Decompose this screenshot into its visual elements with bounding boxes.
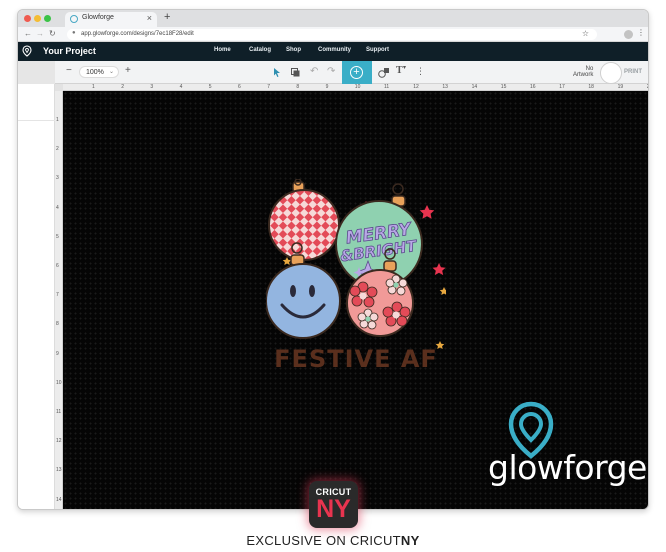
ruler-top-number: 19	[617, 84, 624, 90]
zoom-out-button[interactable]: −	[66, 65, 72, 76]
ruler-top-number: 17	[559, 84, 565, 90]
glowforge-logo-icon[interactable]	[22, 45, 32, 57]
ruler-left-number: 6	[56, 263, 59, 269]
toolbar-left-pad	[18, 61, 55, 84]
panel-divider	[18, 120, 55, 121]
ruler-left-number: 4	[56, 204, 59, 211]
plus-icon: +	[350, 66, 363, 79]
url-text: app.glowforge.com/designs/7ec18F28/edit	[81, 31, 194, 37]
design-toolbar: − 100% ⌄ + ↶ ↷ + T ▾ ⋮ No Artwork PRINT	[18, 61, 648, 84]
back-arrow-icon[interactable]: ←	[24, 29, 32, 38]
nav-shop[interactable]: Shop	[286, 47, 301, 53]
select-pointer-icon[interactable]	[273, 68, 281, 77]
browser-tab[interactable]: Glowforge ×	[65, 12, 157, 27]
festive-caption: FESTIVE AF	[274, 345, 438, 373]
cricut-ny-badge: CRICUT NY	[309, 481, 358, 528]
ruler-top-number: 5	[208, 84, 212, 90]
ruler-left-number: 11	[56, 409, 62, 415]
print-button[interactable]	[600, 62, 622, 84]
ruler-top-number: 12	[413, 84, 419, 90]
undo-icon[interactable]: ↶	[310, 66, 318, 77]
project-title[interactable]: Your Project	[43, 46, 96, 56]
bookmark-star-icon[interactable]: ☆	[582, 29, 589, 38]
url-input[interactable]: ● app.glowforge.com/designs/7ec18F28/edi…	[67, 29, 597, 40]
new-tab-button[interactable]: +	[164, 11, 170, 23]
ruler-corner	[55, 84, 63, 91]
browser-menu-icon[interactable]: ⋮	[637, 28, 645, 37]
exclusive-prefix: EXCLUSIVE ON CRICUT	[246, 533, 401, 548]
close-window-button[interactable]	[24, 15, 31, 22]
ruler-left-number: 1	[56, 117, 59, 123]
print-label: PRINT	[624, 69, 642, 75]
maximize-window-button[interactable]	[44, 15, 51, 22]
forward-arrow-icon[interactable]: →	[36, 29, 44, 38]
zoom-select[interactable]: 100% ⌄	[79, 66, 119, 78]
lock-icon: ●	[72, 30, 76, 36]
ruler-top-number: 11	[384, 84, 390, 90]
shapes-icon[interactable]	[378, 67, 390, 78]
ruler-top-number: 8	[296, 84, 300, 90]
ruler-top-number: 4	[179, 84, 183, 90]
close-tab-icon[interactable]: ×	[147, 13, 152, 23]
ruler-top-number: 2	[121, 84, 124, 90]
ruler-left-number: 2	[56, 146, 59, 153]
minimize-window-button[interactable]	[34, 15, 41, 22]
glowforge-favicon-icon	[70, 15, 78, 23]
more-options-icon[interactable]: ⋮	[416, 66, 425, 77]
exclusive-caption: EXCLUSIVE ON CRICUTNY	[0, 533, 666, 548]
ruler-left-number: 3	[56, 175, 59, 182]
checkered-ornament	[268, 179, 340, 261]
ruler-left-number: 8	[56, 321, 59, 328]
artwork-status: No Artwork	[573, 66, 593, 78]
reload-icon[interactable]: ↻	[49, 29, 56, 38]
top-ruler: 1234567891011121314151617181920	[63, 84, 648, 91]
ruler-top-number: 14	[471, 84, 478, 90]
ruler-top-number: 15	[500, 84, 507, 90]
ruler-top-number: 20	[647, 84, 648, 90]
tab-strip: Glowforge × +	[18, 10, 648, 27]
artwork-status-line2: Artwork	[573, 72, 594, 78]
nav-catalog[interactable]: Catalog	[249, 47, 271, 53]
address-bar-row: ← → ↻ ● app.glowforge.com/designs/7ec18F…	[18, 27, 648, 42]
ruler-top-number: 18	[588, 84, 594, 90]
ruler-left-number: 10	[56, 379, 62, 386]
ruler-left-number: 12	[56, 438, 62, 445]
ruler-top-number: 7	[267, 84, 270, 90]
ruler-top-number: 9	[325, 84, 329, 90]
ruler-top-number: 1	[92, 84, 95, 90]
badge-bottom-text: NY	[316, 495, 351, 523]
nav-support[interactable]: Support	[366, 47, 389, 53]
christmas-ornaments-artwork[interactable]: MERRY &BRIGHT FESTIVE AF	[266, 179, 446, 379]
chevron-down-icon: ⌄	[108, 69, 114, 75]
copy-icon[interactable]	[291, 68, 300, 77]
app-navigation-bar: Your Project Home Catalog Shop Community…	[18, 42, 648, 61]
ruler-left-number: 9	[56, 350, 59, 357]
glowforge-watermark-text: glowforge	[488, 448, 647, 487]
ruler-left-number: 14	[56, 496, 62, 503]
ruler-top-number: 13	[442, 84, 448, 90]
add-artwork-button[interactable]: +	[342, 61, 372, 84]
ruler-left-number: 7	[56, 292, 59, 299]
ruler-left-number: 5	[56, 233, 59, 240]
tab-title: Glowforge	[82, 14, 114, 21]
ruler-left-number: 13	[56, 467, 62, 474]
nav-home[interactable]: Home	[214, 47, 231, 53]
exclusive-suffix: NY	[400, 533, 420, 548]
ruler-top-number: 6	[238, 84, 241, 90]
zoom-value: 100%	[86, 69, 104, 76]
text-tool-caret-icon: ▾	[403, 65, 407, 71]
profile-avatar[interactable]	[624, 30, 633, 39]
smiley-ornament	[266, 242, 341, 339]
ruler-top-number: 10	[354, 84, 361, 90]
left-ruler: 1 2 3 4 5 6 7 8 9 10 11 12 13 14	[55, 91, 63, 509]
redo-icon[interactable]: ↷	[327, 66, 335, 77]
text-tool-icon[interactable]: T	[396, 65, 403, 76]
zoom-in-button[interactable]: +	[125, 65, 131, 76]
thumbnail-panel	[18, 84, 55, 509]
ruler-top-number: 16	[530, 84, 536, 90]
ruler-top-number: 3	[150, 84, 154, 90]
nav-community[interactable]: Community	[318, 47, 351, 53]
